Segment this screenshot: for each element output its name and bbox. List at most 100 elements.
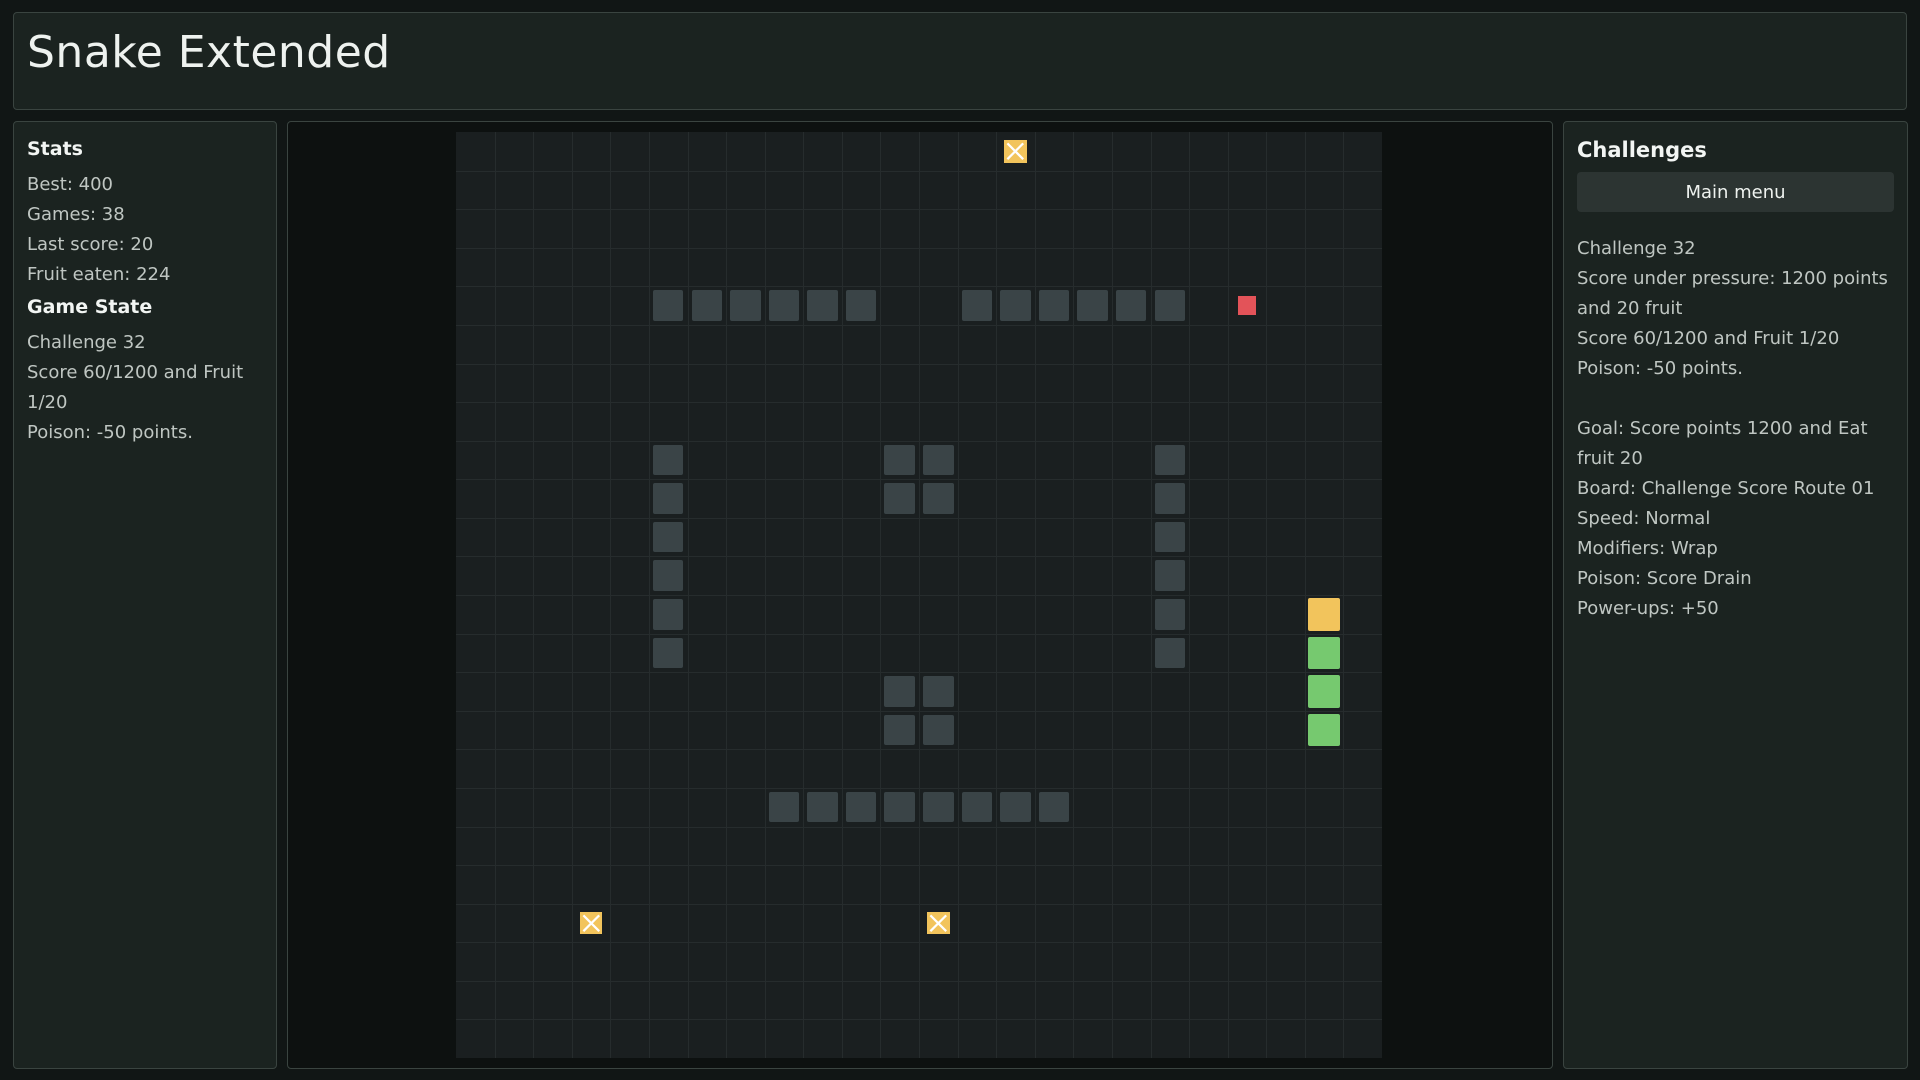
wall-block [923,791,954,823]
main-menu-button[interactable]: Main menu [1577,172,1894,212]
wall-block [652,637,684,669]
challenge-speed: Speed: Normal [1577,508,1711,529]
wall-block [1000,290,1031,321]
wall-block [768,791,800,823]
stat-fruit-eaten: Fruit eaten: 224 [27,264,171,285]
grid-line [456,286,1382,288]
wall-block [1038,791,1070,823]
wall-block [884,714,915,746]
wall-block [1154,483,1186,514]
challenge-modifiers: Modifiers: Wrap [1577,538,1718,559]
challenge-poison-type: Poison: Score Drain [1577,568,1752,589]
wall-block [884,483,915,514]
wall-block [691,290,723,321]
stat-last-score: Last score: 20 [27,234,154,255]
stat-games: Games: 38 [27,204,125,225]
powerup-icon [927,911,950,935]
snake-head [1307,598,1341,631]
challenge-progress: Score 60/1200 and Fruit 1/20 [1577,328,1840,349]
challenge-board: Board: Challenge Score Route 01 [1577,478,1875,499]
wall-block [1154,599,1186,630]
challenges-title: Challenges [1577,138,1707,162]
challenge-powerups: Power-ups: +50 [1577,598,1719,619]
right-sidebar: Challenges Main menu Challenge 32 Score … [1563,121,1908,1069]
grid-line [456,402,1382,404]
wall-block [652,599,684,630]
grid-line [456,942,1382,944]
grid-line [456,247,1382,249]
game-state-list: Challenge 32 Score 60/1200 and Fruit 1/2… [27,328,263,448]
wall-block [1000,791,1031,823]
wall-block [923,714,954,746]
challenge-description: Score under pressure: 1200 points and 20… [1577,268,1888,319]
wall-block [923,444,954,476]
wall-block [652,521,684,553]
wall-block [961,290,993,321]
grid-line [456,440,1382,442]
wall-block [1154,521,1186,553]
header-bar: Snake Extended [13,12,1907,110]
wall-block [923,483,954,514]
wall-block [961,791,993,823]
snake-body-segment [1307,675,1341,708]
challenge-number: Challenge 32 [1577,238,1696,259]
challenge-info: Challenge 32 Score under pressure: 1200 … [1577,234,1894,624]
game-state-poison: Poison: -50 points. [27,422,193,443]
grid-line [456,170,1382,172]
grid-line [456,865,1382,867]
grid-line [456,749,1382,751]
grid-line [456,903,1382,905]
wall-block [652,560,684,591]
challenge-goal: Goal: Score points 1200 and Eat fruit 20 [1577,418,1868,469]
game-state-title: Game State [27,296,153,318]
stats-title: Stats [27,138,83,160]
wall-block [1077,290,1108,321]
wall-block [1154,637,1186,669]
wall-block [1154,444,1186,476]
wall-block [1115,290,1147,321]
wall-block [652,290,684,321]
wall-block [1038,290,1070,321]
wall-block [845,290,877,321]
grid-line [456,595,1382,596]
grid-line [456,980,1382,982]
game-board[interactable] [456,132,1382,1058]
grid-line [456,1019,1382,1021]
grid-line [456,710,1382,712]
challenge-poison: Poison: -50 points. [1577,358,1743,379]
grid-line [456,324,1382,326]
wall-block [1154,560,1186,591]
wall-block [884,676,915,707]
powerup-icon [1004,140,1027,163]
wall-block [884,791,915,823]
grid-line [456,672,1382,674]
wall-block [1154,290,1186,321]
grid-line [456,787,1382,789]
powerup-icon [579,911,603,935]
grid-line [456,633,1382,635]
wall-block [807,791,838,823]
fruit [1237,296,1257,315]
stats-list: Best: 400 Games: 38 Last score: 20 Fruit… [27,170,263,290]
app-title: Snake Extended [27,27,391,78]
game-state-progress: Score 60/1200 and Fruit 1/20 [27,362,244,413]
snake-body-segment [1307,636,1341,670]
grid-line [456,826,1382,828]
wall-block [884,444,915,476]
grid-line [456,517,1382,519]
grid-line [456,479,1382,481]
stat-best: Best: 400 [27,174,114,195]
wall-block [768,290,800,321]
left-sidebar: Stats Best: 400 Games: 38 Last score: 20… [13,121,277,1069]
wall-block [807,290,838,321]
grid-line [456,209,1382,211]
wall-block [845,791,877,823]
grid-line [456,556,1382,558]
wall-block [652,483,684,514]
wall-block [652,444,684,476]
wall-block [730,290,761,321]
snake-body-segment [1307,713,1341,747]
grid-line [456,363,1382,365]
game-state-challenge: Challenge 32 [27,332,146,353]
